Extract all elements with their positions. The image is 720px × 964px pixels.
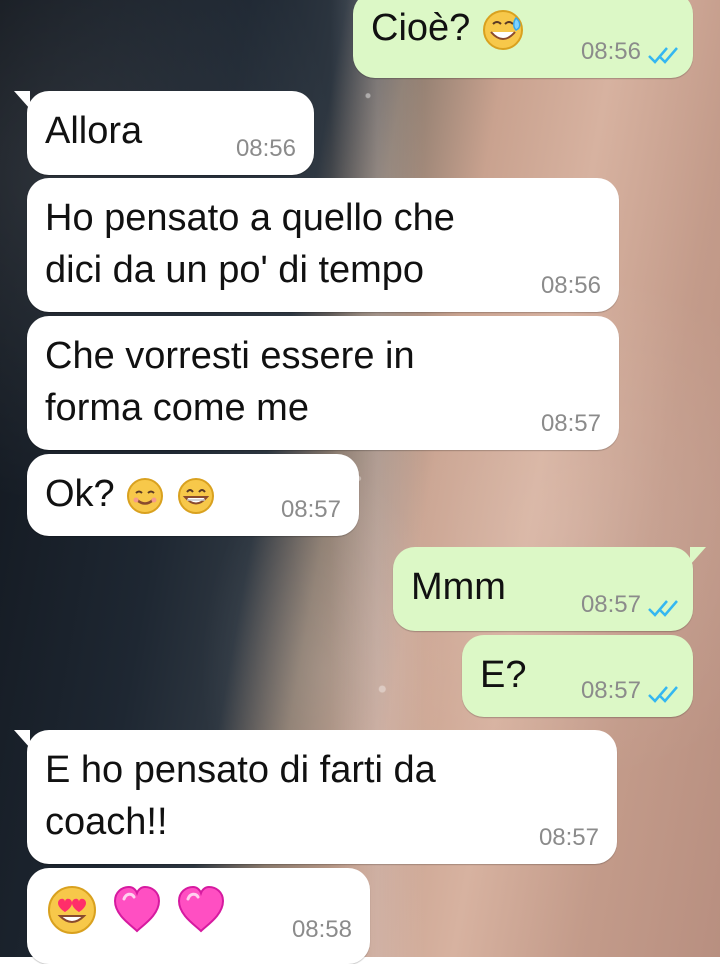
message-time: 08:58 — [291, 916, 352, 943]
message-bubble-incoming[interactable]: Ho pensato a quello che dici da un po' d… — [27, 178, 619, 312]
message-time: 08:57 — [580, 591, 641, 618]
message-bubble-incoming[interactable]: Allora 08:56 — [14, 91, 314, 175]
message-bubble-incoming[interactable]: Ok? 08:57 — [27, 454, 359, 536]
sweat-smile-emoji-icon — [481, 8, 525, 52]
message-text: Cioè? — [371, 7, 471, 49]
message-bubble-outgoing[interactable]: Cioè? 08:56 — [353, 0, 693, 78]
message-bubble-outgoing[interactable]: E? 08:57 — [462, 635, 693, 717]
grinning-face-emoji-icon — [176, 476, 216, 516]
message-time: 08:57 — [280, 496, 341, 523]
smiling-face-emoji-icon — [125, 476, 165, 516]
message-text: Ho pensato a quello che dici da un po' d… — [45, 197, 455, 291]
heart-eyes-emoji-icon — [45, 883, 99, 937]
message-bubble-incoming[interactable]: E ho pensato di farti da coach!! 08:57 — [14, 730, 617, 864]
message-text: Ok? — [45, 473, 115, 515]
message-time: 08:56 — [235, 135, 296, 162]
message-bubble-incoming[interactable]: Che vorresti essere in forma come me 08:… — [27, 316, 619, 450]
message-time: 08:56 — [580, 38, 641, 65]
double-check-icon — [648, 47, 678, 64]
message-text: Che vorresti essere in forma come me — [45, 335, 415, 429]
message-time: 08:57 — [580, 677, 641, 704]
message-time: 08:57 — [538, 824, 599, 851]
message-bubble-incoming[interactable]: 08:58 — [27, 868, 370, 964]
double-check-icon — [648, 686, 678, 703]
message-text: E ho pensato di farti da coach!! — [45, 749, 436, 843]
message-time: 08:56 — [540, 272, 601, 299]
pink-heart-emoji-icon — [174, 883, 228, 937]
pink-heart-emoji-icon — [110, 883, 164, 937]
message-text: E? — [480, 654, 527, 696]
double-check-icon — [648, 600, 678, 617]
message-bubble-outgoing[interactable]: Mmm 08:57 — [393, 547, 706, 631]
message-time: 08:57 — [540, 410, 601, 437]
